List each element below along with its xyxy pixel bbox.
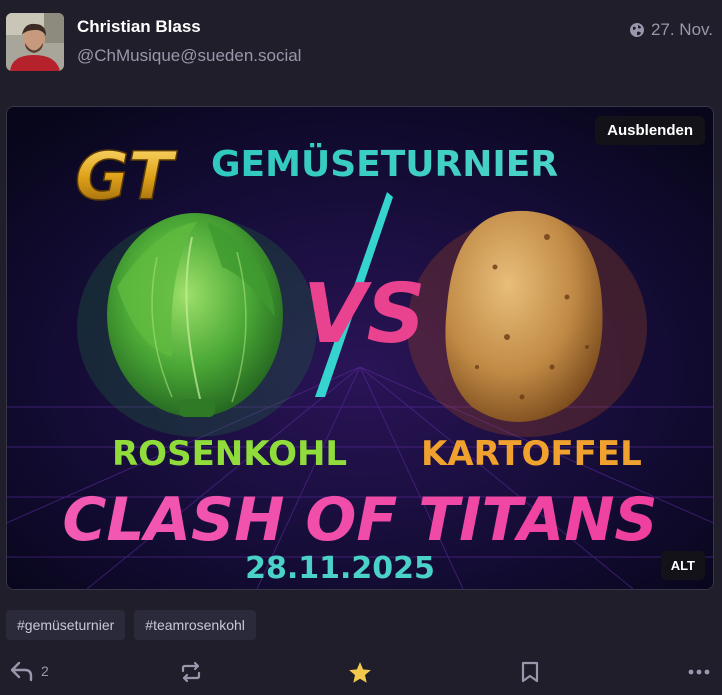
poster-logo: GT — [75, 138, 178, 215]
reply-button[interactable]: 2 — [9, 660, 49, 682]
globe-icon — [629, 23, 644, 37]
hide-media-button[interactable]: Ausblenden — [595, 116, 705, 145]
reply-count: 2 — [41, 663, 49, 679]
media-attachment[interactable]: GT GEMÜSETURNIER VS ROSENKOHL KARTOFFEL … — [6, 106, 714, 590]
poster-date: 28.11.2025 — [245, 551, 435, 586]
star-icon — [349, 662, 371, 683]
poster-versus: VS — [303, 267, 426, 362]
reply-icon — [10, 661, 33, 682]
more-button[interactable] — [687, 660, 711, 684]
author-handle[interactable]: @ChMusique@sueden.social — [77, 46, 301, 66]
hashtag-teamrosenkohl[interactable]: #teamrosenkohl — [134, 610, 256, 640]
avatar-photo — [6, 13, 64, 71]
action-bar: 2 — [0, 660, 722, 692]
brussels-sprout-illustration — [107, 213, 283, 417]
boost-icon — [181, 661, 201, 683]
post-meta[interactable]: 27. Nov. — [629, 20, 713, 40]
more-icon — [688, 669, 710, 675]
alt-text-badge[interactable]: ALT — [660, 551, 705, 580]
poster-image: GT GEMÜSETURNIER VS ROSENKOHL KARTOFFEL … — [7, 107, 713, 589]
potato-illustration — [445, 210, 603, 422]
hashtag-bar: #gemüseturnier #teamrosenkohl — [6, 610, 256, 640]
avatar[interactable] — [6, 13, 64, 71]
bookmark-button[interactable] — [519, 660, 541, 684]
boost-button[interactable] — [179, 660, 203, 684]
favourite-button[interactable] — [347, 660, 373, 686]
author-display-name[interactable]: Christian Blass — [77, 17, 201, 37]
poster-headline: CLASH OF TITANS — [62, 485, 657, 555]
post-date: 27. Nov. — [650, 20, 713, 39]
poster-title: GEMÜSETURNIER — [211, 143, 558, 185]
hashtag-gemueseturnier[interactable]: #gemüseturnier — [6, 610, 126, 640]
bookmark-icon — [521, 661, 539, 683]
poster-right-name: KARTOFFEL — [421, 434, 642, 474]
poster-left-name: ROSENKOHL — [112, 434, 347, 474]
